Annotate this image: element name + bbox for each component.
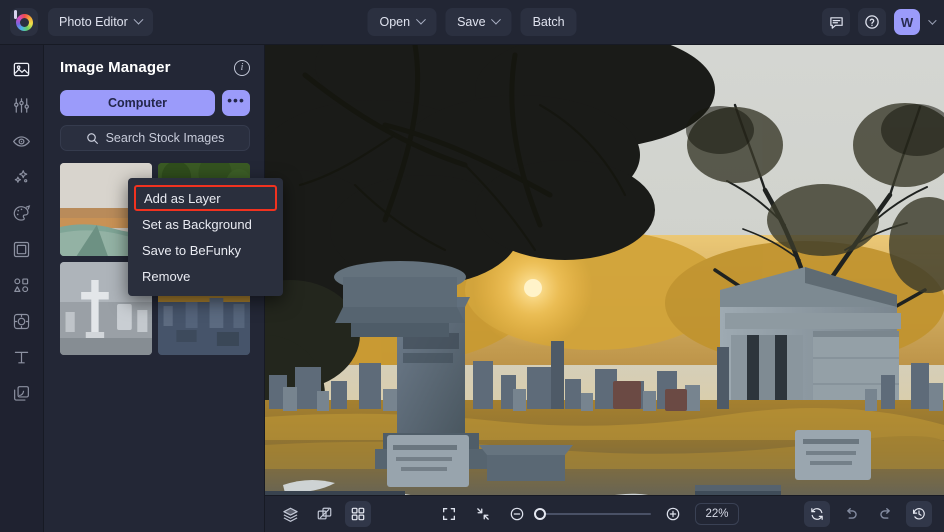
batch-label: Batch [532, 15, 565, 29]
help-circle-icon[interactable] [858, 8, 886, 36]
main-area: Image Manager i Computer ••• Search Stoc… [0, 45, 944, 532]
avatar-initial: W [900, 14, 914, 30]
sidebar-item-touch-up[interactable] [7, 129, 37, 153]
zoom-controls: 22% [504, 501, 739, 527]
chevron-down-icon [133, 14, 144, 25]
computer-button[interactable]: Computer [60, 90, 215, 116]
sidebar-item-frames[interactable] [7, 237, 37, 261]
context-menu-item-add-as-layer[interactable]: Add as Layer [134, 185, 277, 211]
canvas-area[interactable] [265, 45, 944, 532]
image-manager-panel: Image Manager i Computer ••• Search Stoc… [44, 45, 283, 532]
zoom-out-icon[interactable] [504, 501, 530, 527]
page-title: Image Manager [60, 59, 171, 76]
zoom-level-value[interactable]: 22% [695, 503, 739, 525]
chevron-down-icon [415, 14, 426, 25]
chevron-down-icon [491, 14, 502, 25]
mode-selector-label: Photo Editor [59, 15, 128, 29]
panel-header: Image Manager i [60, 59, 250, 76]
context-menu: Add as Layer Set as Background Save to B… [128, 178, 283, 296]
mode-selector-button[interactable]: Photo Editor [48, 8, 153, 36]
sidebar-item-text[interactable] [7, 345, 37, 369]
search-icon [86, 132, 98, 144]
save-button[interactable]: Save [445, 8, 512, 36]
search-stock-images-input[interactable]: Search Stock Images [60, 125, 250, 151]
context-menu-label: Add as Layer [144, 190, 221, 206]
batch-button[interactable]: Batch [520, 8, 577, 36]
layers-icon[interactable] [277, 501, 303, 527]
context-menu-label: Set as Background [142, 216, 252, 232]
open-button[interactable]: Open [367, 8, 437, 36]
logo-color-wheel-icon [13, 9, 33, 31]
context-menu-item-save-to-befunky[interactable]: Save to BeFunky [128, 237, 283, 263]
sidebar-item-overlays[interactable] [7, 309, 37, 333]
avatar[interactable]: W [894, 9, 920, 35]
info-icon[interactable]: i [234, 59, 250, 76]
app-root: Photo Editor Open Save Batch W Image Man… [0, 0, 944, 532]
zoom-slider-handle[interactable] [534, 508, 546, 520]
context-menu-item-remove[interactable]: Remove [128, 263, 283, 289]
context-menu-item-set-as-background[interactable]: Set as Background [128, 211, 283, 237]
redo-icon[interactable] [872, 501, 898, 527]
context-menu-label: Save to BeFunky [142, 242, 241, 258]
tool-rail [0, 45, 44, 532]
zoom-slider[interactable] [534, 508, 651, 520]
save-label: Save [457, 15, 486, 29]
sidebar-item-effects[interactable] [7, 165, 37, 189]
computer-label: Computer [107, 96, 168, 110]
canvas-image [265, 45, 944, 532]
chevron-down-icon[interactable] [928, 16, 937, 25]
undo-icon[interactable] [838, 501, 864, 527]
sidebar-item-image-manager[interactable] [7, 57, 37, 81]
chat-icon[interactable] [822, 8, 850, 36]
source-row: Computer ••• [60, 90, 250, 116]
history-icon[interactable] [906, 501, 932, 527]
top-actions: Open Save Batch [367, 8, 577, 36]
context-menu-label: Remove [142, 268, 191, 284]
transform-icon[interactable] [311, 501, 337, 527]
grid-icon[interactable] [345, 501, 371, 527]
account-actions: W [822, 8, 937, 36]
bottom-toolbar: 22% [265, 495, 944, 532]
zoom-in-icon[interactable] [660, 501, 686, 527]
top-bar: Photo Editor Open Save Batch W [0, 0, 944, 45]
reset-icon[interactable] [804, 501, 830, 527]
sidebar-item-edit[interactable] [7, 93, 37, 117]
sidebar-item-layers[interactable] [7, 381, 37, 405]
more-sources-button[interactable]: ••• [222, 90, 250, 116]
collapse-arrows-icon[interactable] [470, 501, 496, 527]
sidebar-item-artsy[interactable] [7, 201, 37, 225]
sidebar-item-graphics[interactable] [7, 273, 37, 297]
befunky-logo[interactable] [10, 8, 38, 36]
open-label: Open [379, 15, 411, 29]
search-stock-images-label: Search Stock Images [105, 131, 225, 145]
more-sources-label: ••• [227, 91, 245, 108]
fit-screen-icon[interactable] [436, 501, 462, 527]
